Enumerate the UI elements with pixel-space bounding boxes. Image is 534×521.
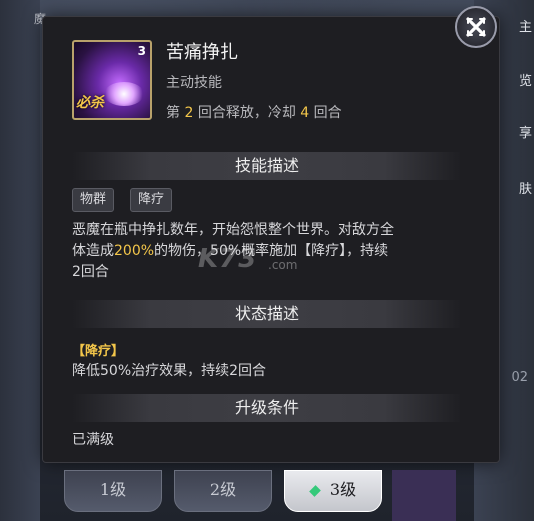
cooldown-value: 4 — [300, 105, 310, 121]
level-tab-2[interactable]: 2级 — [174, 470, 272, 512]
status-text: 降低50%治疗效果，持续2回合 — [72, 363, 267, 379]
tag-aoe: 物群 — [72, 188, 115, 212]
skill-type: 主动技能 — [166, 75, 222, 91]
status-description-header: 状态描述 — [72, 300, 462, 328]
timing-mid: 回合释放，冷却 — [193, 105, 301, 121]
level-tab-1[interactable]: 1级 — [64, 470, 162, 512]
level-tab-3-label: 3级 — [329, 480, 357, 499]
skill-icon: 3 必杀 — [72, 40, 152, 120]
upgrade-status: 已满级 — [72, 432, 114, 448]
description-line-2-b: 的物伤，50%概率施加【降疗】，持续 — [154, 243, 389, 259]
close-icon — [466, 17, 486, 37]
timing-prefix: 第 — [166, 105, 185, 121]
description-line-2: 体造成200%的物伤，50%概率施加【降疗】，持续 — [72, 241, 462, 262]
skill-timing: 第 2 回合释放，冷却 4 回合 — [166, 102, 342, 122]
skill-ult-label: 必杀 — [76, 95, 104, 111]
description-line-2-a: 体造成 — [72, 243, 114, 259]
skill-level-badge: 3 — [137, 44, 146, 58]
background-right-item[interactable]: 享 — [519, 122, 532, 141]
background-left-panel — [0, 0, 40, 521]
background-right-number: 02 — [511, 370, 528, 385]
watermark-suffix: .com — [268, 258, 298, 272]
status-name: 【降疗】 — [72, 344, 125, 359]
gem-icon — [309, 484, 321, 497]
skill-description: 恶魔在瓶中挣扎数年，开始怨恨整个世界。对敌方全 体造成200%的物伤，50%概率… — [72, 220, 462, 283]
skill-name: 苦痛挣扎 — [166, 42, 238, 63]
description-line-1: 恶魔在瓶中挣扎数年，开始怨恨整个世界。对敌方全 — [72, 222, 394, 238]
skill-glow-icon — [104, 82, 144, 106]
upgrade-condition-header: 升级条件 — [72, 394, 462, 422]
background-right-item[interactable]: 肤 — [519, 178, 532, 197]
description-line-3: 2回合 — [72, 264, 109, 280]
timing-suffix: 回合 — [309, 105, 342, 121]
background-right-item[interactable]: 览 — [519, 70, 532, 89]
close-button[interactable] — [455, 6, 497, 48]
watermark-logo: K73 — [198, 244, 258, 274]
damage-percent: 200% — [114, 243, 155, 259]
tag-heal-reduction: 降疗 — [130, 188, 173, 212]
level-tab-3[interactable]: 3级 — [284, 470, 382, 512]
background-bottom-card — [392, 470, 456, 521]
background-right-item[interactable]: 主 — [519, 16, 532, 35]
skill-description-header: 技能描述 — [72, 152, 462, 180]
